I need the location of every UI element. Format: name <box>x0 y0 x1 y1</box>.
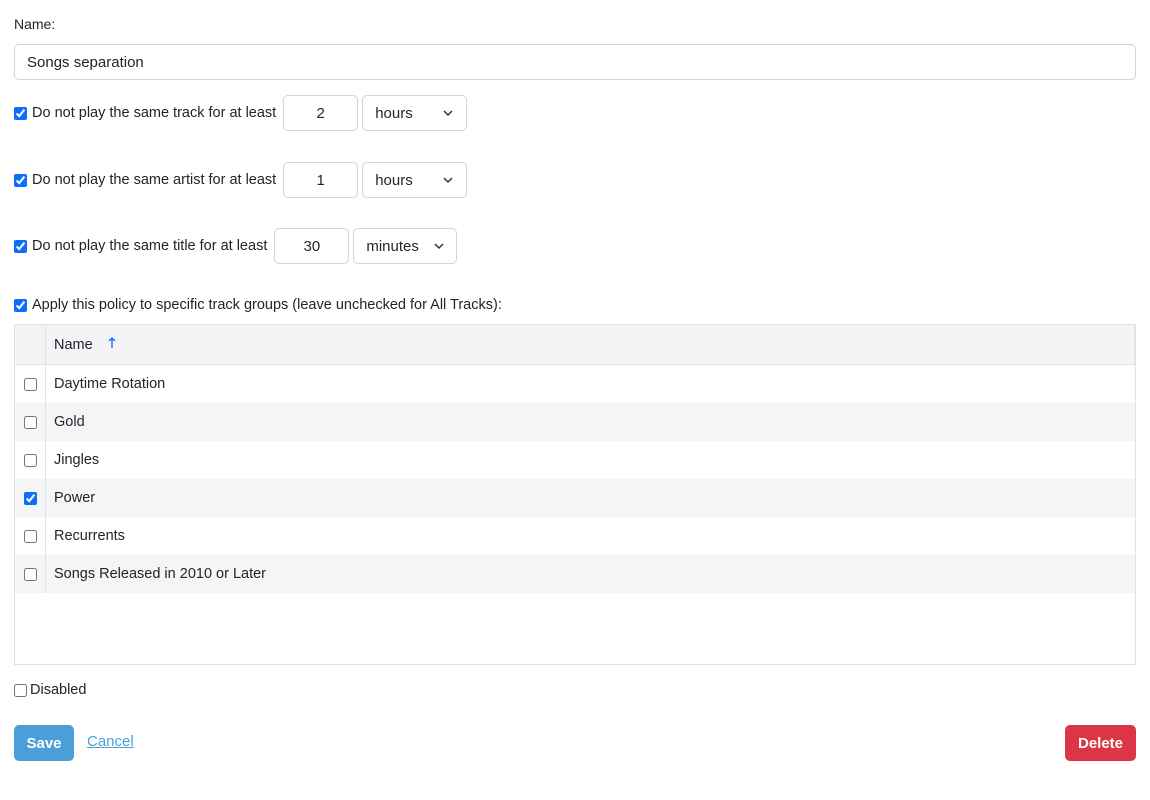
row-checkbox[interactable] <box>23 567 37 581</box>
rule-track-value-input[interactable] <box>283 95 359 131</box>
rule-artist-unit-value: hours <box>375 171 413 189</box>
cancel-link[interactable]: Cancel <box>87 733 134 750</box>
row-check-cell <box>15 403 46 441</box>
row-check-cell <box>15 365 46 403</box>
row-check-cell <box>15 441 46 479</box>
table-row[interactable]: Power <box>15 479 1135 517</box>
rule-artist-checkbox[interactable] <box>14 173 27 187</box>
save-button[interactable]: Save <box>14 725 74 761</box>
row-checkbox[interactable] <box>23 415 37 429</box>
header-checkbox-column <box>15 325 46 364</box>
row-name: Songs Released in 2010 or Later <box>54 566 267 582</box>
table-row[interactable]: Recurrents <box>15 517 1135 555</box>
rule-title-row: Do not play the same title for at least … <box>14 228 458 264</box>
apply-groups-label: Apply this policy to specific track grou… <box>32 297 502 313</box>
row-name: Jingles <box>54 452 100 468</box>
arrow-up-icon <box>108 337 116 352</box>
disabled-row: Disabled <box>14 682 86 698</box>
track-groups-grid: Name Daytime Rotation Gold Jingles Power <box>14 324 1136 665</box>
row-name: Gold <box>54 414 85 430</box>
rule-track-row: Do not play the same track for at least … <box>14 95 468 131</box>
name-label: Name: <box>14 16 56 32</box>
rule-track-checkbox[interactable] <box>14 106 27 120</box>
rule-artist-value-input[interactable] <box>283 162 359 198</box>
chevron-down-icon <box>433 240 445 252</box>
row-checkbox[interactable] <box>23 377 37 391</box>
row-check-cell <box>15 479 46 517</box>
rule-title-unit-value: minutes <box>366 237 419 255</box>
row-name: Power <box>54 490 96 506</box>
table-row[interactable]: Songs Released in 2010 or Later <box>15 555 1135 593</box>
rule-artist-row: Do not play the same artist for at least… <box>14 162 468 198</box>
rule-track-unit-select[interactable]: hours <box>362 95 468 131</box>
rule-track-unit-value: hours <box>375 104 413 122</box>
disabled-checkbox[interactable] <box>14 683 27 697</box>
rule-title-unit-select[interactable]: minutes <box>353 228 458 264</box>
row-checkbox[interactable] <box>23 453 37 467</box>
table-row[interactable]: Daytime Rotation <box>15 365 1135 403</box>
rule-title-checkbox[interactable] <box>14 239 27 253</box>
name-input[interactable] <box>14 44 1136 80</box>
row-check-cell <box>15 555 46 593</box>
table-row[interactable]: Gold <box>15 403 1135 441</box>
rule-artist-unit-select[interactable]: hours <box>362 162 468 198</box>
row-checkbox[interactable] <box>23 491 37 505</box>
apply-groups-checkbox[interactable] <box>14 298 27 312</box>
row-name: Daytime Rotation <box>54 376 166 392</box>
rule-title-value-input[interactable] <box>274 228 350 264</box>
grid-header: Name <box>15 325 1135 365</box>
table-row[interactable]: Jingles <box>15 441 1135 479</box>
row-check-cell <box>15 517 46 555</box>
disabled-label: Disabled <box>30 682 87 698</box>
row-name: Recurrents <box>54 528 125 544</box>
chevron-down-icon <box>442 107 454 119</box>
apply-groups-row: Apply this policy to specific track grou… <box>14 297 502 313</box>
chevron-down-icon <box>442 174 454 186</box>
rule-artist-label: Do not play the same artist for at least <box>32 172 277 188</box>
name-column-header[interactable]: Name <box>46 337 116 353</box>
header-right-border <box>1134 325 1135 364</box>
name-column-header-label: Name <box>54 336 93 353</box>
rule-track-label: Do not play the same track for at least <box>32 105 277 121</box>
row-checkbox[interactable] <box>23 529 37 543</box>
delete-button[interactable]: Delete <box>1065 725 1136 761</box>
rule-title-label: Do not play the same title for at least <box>32 238 268 254</box>
